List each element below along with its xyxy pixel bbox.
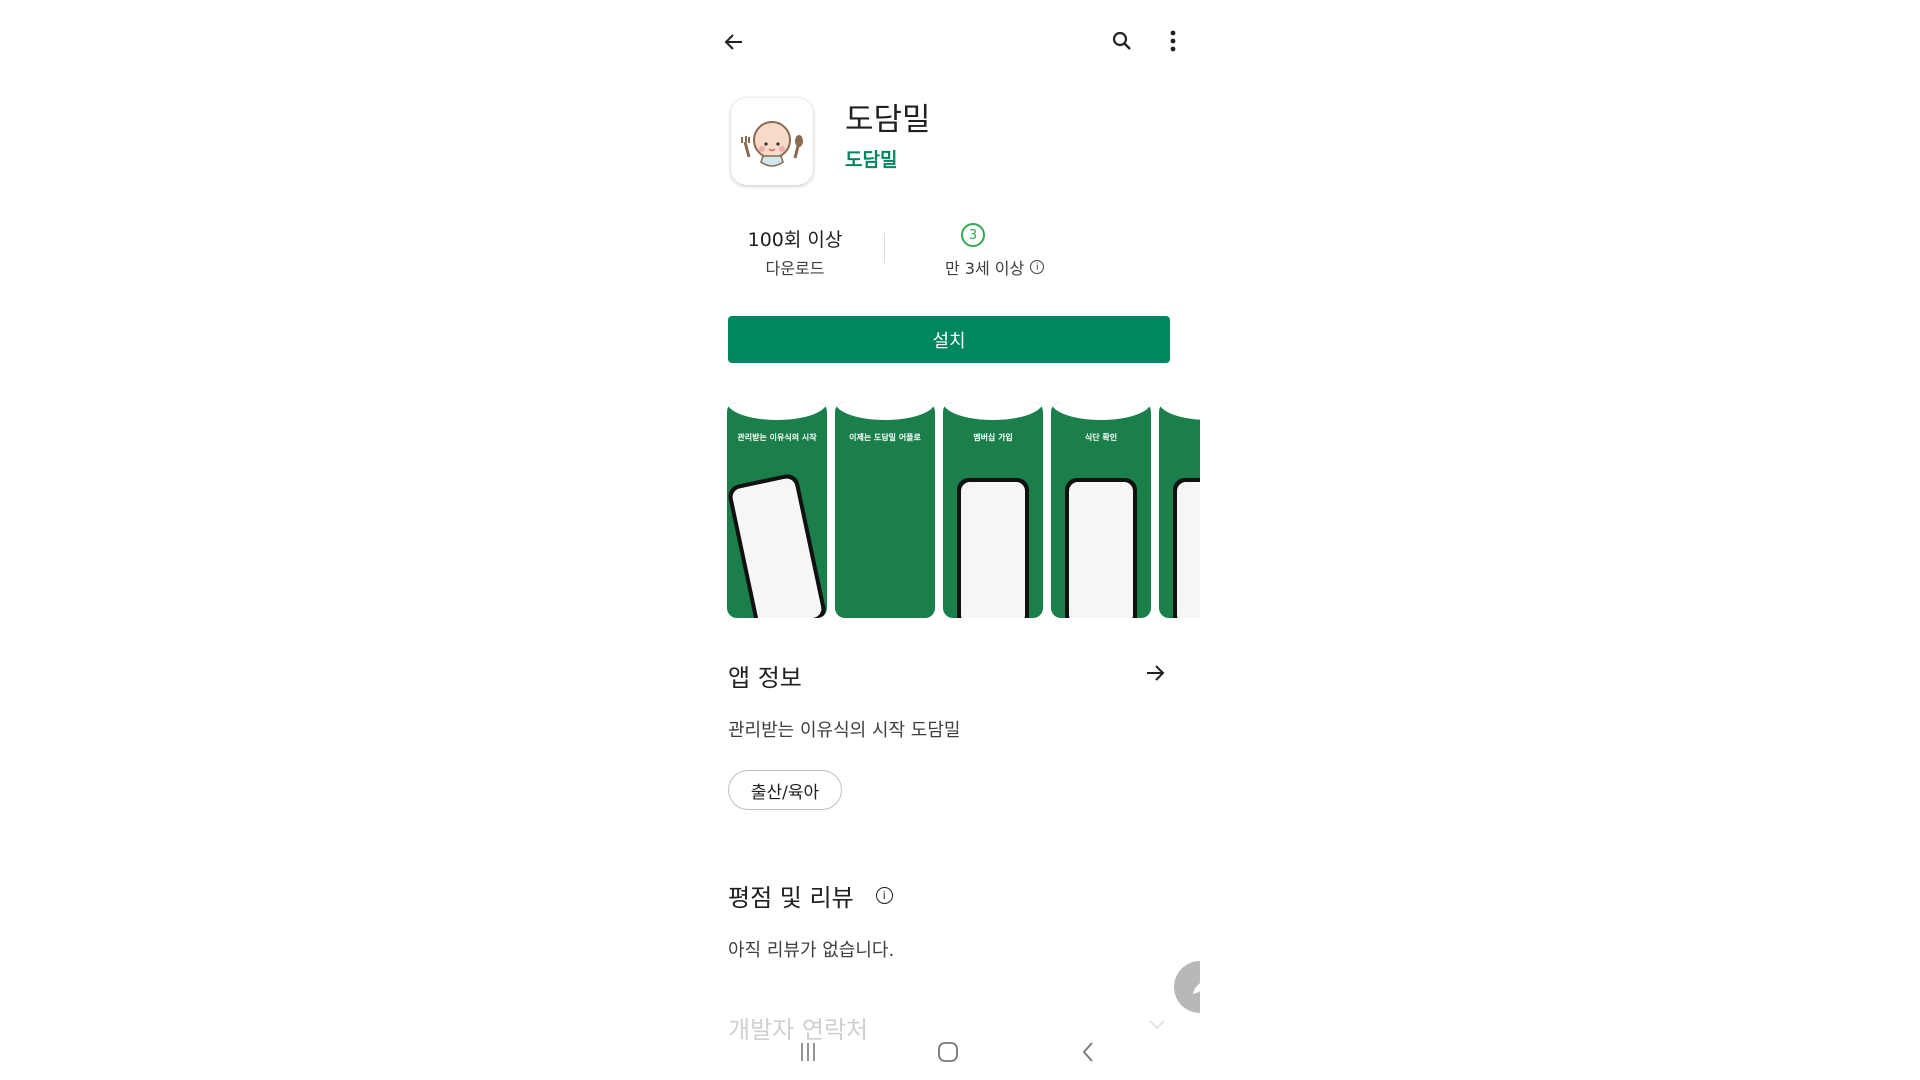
screenshot-caption: 식단 확인	[1084, 433, 1118, 442]
ratings-header: 평점 및 리뷰 i	[728, 878, 893, 913]
screenshot-3[interactable]: 멤버십 가입	[943, 402, 1043, 618]
screenshot-5[interactable]: 도담	[1159, 402, 1200, 618]
stats-divider	[884, 233, 885, 263]
app-icon	[731, 98, 813, 185]
play-store-app-page: 도담밀 도담밀 100회 이상 다운로드 3 만 3세 이상 i 설치 관리받는…	[700, 0, 1200, 1080]
screenshot-caption: 멤버십 가입	[973, 433, 1013, 442]
recent-apps-button[interactable]	[794, 1040, 822, 1064]
downloads-value: 100회 이상	[747, 229, 843, 251]
home-button[interactable]	[934, 1040, 962, 1064]
arrow-forward-icon[interactable]	[1140, 658, 1170, 688]
ratings-title: 평점 및 리뷰	[728, 884, 854, 912]
age-rating[interactable]: 만 3세 이상 i	[945, 255, 1045, 279]
pencil-icon	[1193, 983, 1200, 994]
app-description: 관리받는 이유식의 시작 도담밀	[728, 720, 961, 741]
downloads-label: 다운로드	[765, 259, 825, 278]
back-arrow-icon[interactable]	[718, 26, 750, 58]
search-icon[interactable]	[1106, 25, 1138, 57]
about-title[interactable]: 앱 정보	[728, 658, 802, 693]
edit-fab[interactable]	[1174, 961, 1200, 1013]
info-icon: i	[1030, 260, 1045, 274]
age-rating-badge: 3	[961, 223, 985, 247]
category-chip[interactable]: 출산/육아	[728, 770, 842, 810]
nav-back-button[interactable]	[1074, 1040, 1102, 1064]
screenshot-caption: 도담	[1163, 432, 1200, 443]
age-rating-label: 만 3세 이상	[945, 259, 1025, 278]
no-reviews-text: 아직 리뷰가 없습니다.	[728, 940, 895, 961]
screenshot-4[interactable]: 식단 확인	[1051, 402, 1151, 618]
screenshot-1[interactable]: 관리받는 이유식의 시작	[727, 402, 827, 618]
more-options-icon[interactable]	[1158, 25, 1188, 57]
screenshot-2[interactable]: 이제는 도담밀 어플로	[835, 402, 935, 618]
developer-link[interactable]: 도담밀	[845, 145, 897, 172]
install-button[interactable]: 설치	[728, 316, 1170, 363]
app-title: 도담밀	[845, 102, 931, 138]
chevron-down-icon[interactable]	[1147, 1018, 1167, 1032]
info-icon[interactable]: i	[875, 887, 893, 904]
screenshot-caption: 이제는 도담밀 어플로	[849, 433, 921, 442]
screenshot-caption: 관리받는 이유식의 시작	[737, 433, 817, 442]
